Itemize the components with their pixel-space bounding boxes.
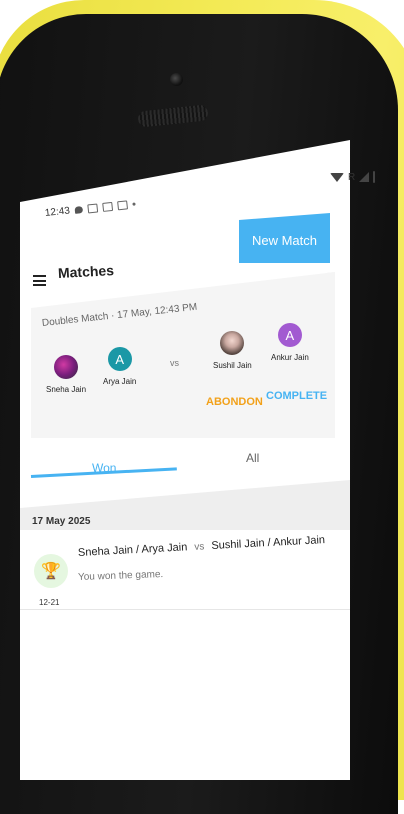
- avatar: A: [107, 347, 132, 371]
- calendar-icon: [87, 203, 99, 214]
- calendar-icon: [117, 200, 129, 211]
- complete-button[interactable]: COMPLETE: [266, 390, 327, 402]
- abandon-button[interactable]: ABONDON: [206, 396, 263, 408]
- signal-icon: [359, 172, 370, 182]
- new-match-button[interactable]: New Match: [239, 213, 330, 263]
- divider: [20, 609, 350, 610]
- system-status-icons: R: [330, 170, 376, 184]
- trophy-icon: 🏆: [34, 554, 68, 588]
- vs-label: vs: [194, 541, 205, 553]
- avatar: [220, 331, 245, 355]
- player-arya-jain: A Arya Jain: [103, 347, 136, 386]
- section-date: 17 May 2025: [32, 516, 91, 527]
- player-name: Sushil Jain: [213, 361, 252, 370]
- camera-icon: [170, 73, 183, 86]
- notification-dot-icon: [132, 202, 136, 206]
- player-sushil-jain: Sushil Jain: [213, 331, 252, 370]
- player-name: Ankur Jain: [271, 353, 309, 362]
- player-name: Arya Jain: [103, 377, 137, 386]
- page-title: Matches: [57, 262, 115, 281]
- avatar: A: [277, 323, 302, 347]
- player-ankur-jain: A Ankur Jain: [271, 323, 309, 362]
- player-name: Sneha Jain: [46, 385, 87, 394]
- chat-icon: [74, 206, 84, 214]
- menu-icon[interactable]: [33, 275, 46, 286]
- vs-label: vs: [170, 358, 179, 368]
- calendar-icon: [102, 201, 114, 212]
- tab-all[interactable]: All: [246, 451, 259, 465]
- wifi-icon: [330, 172, 344, 182]
- battery-icon: [373, 171, 376, 183]
- player-sneha-jain: Sneha Jain: [46, 355, 86, 394]
- match-score: 12-21: [39, 598, 60, 607]
- avatar: [54, 355, 79, 379]
- roaming-indicator: R: [348, 171, 356, 183]
